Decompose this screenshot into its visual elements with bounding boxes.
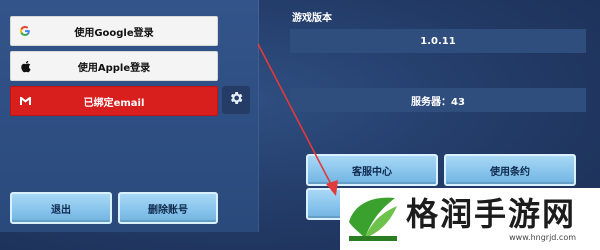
gmail-icon: [11, 96, 39, 106]
delete-account-label: 删除账号: [148, 204, 188, 216]
game-version-title: 游戏版本: [292, 13, 332, 24]
server-text: 服务器：43: [411, 96, 465, 108]
watermark-name: 格润手游网: [406, 194, 577, 233]
apple-login-label: 使用Apple登录: [77, 62, 151, 74]
apple-login-button[interactable]: 使用Apple登录: [10, 51, 218, 81]
google-icon: [11, 25, 39, 37]
watermark: 格润手游网 www.hngrjd.com: [340, 188, 600, 250]
email-bound-button[interactable]: 已绑定email: [10, 86, 218, 116]
arrow-icon: [257, 43, 338, 196]
email-bound-label: 已绑定email: [83, 97, 145, 109]
google-login-button[interactable]: 使用Google登录: [10, 16, 218, 46]
settings-button[interactable]: [222, 86, 250, 114]
gear-icon: [228, 90, 244, 110]
watermark-logo-icon: [340, 188, 406, 250]
logout-button[interactable]: 退出: [10, 192, 112, 224]
google-login-label: 使用Google登录: [74, 27, 154, 39]
terms-button[interactable]: 使用条约: [444, 154, 576, 186]
watermark-url: www.hngrjd.com: [509, 232, 577, 242]
customer-service-label: 客服中心: [352, 166, 392, 178]
terms-label: 使用条约: [490, 166, 530, 178]
delete-account-button[interactable]: 删除账号: [118, 192, 218, 224]
game-version-text: 1.0.11: [420, 35, 456, 47]
apple-icon: [11, 60, 39, 73]
logout-label: 退出: [51, 204, 71, 216]
